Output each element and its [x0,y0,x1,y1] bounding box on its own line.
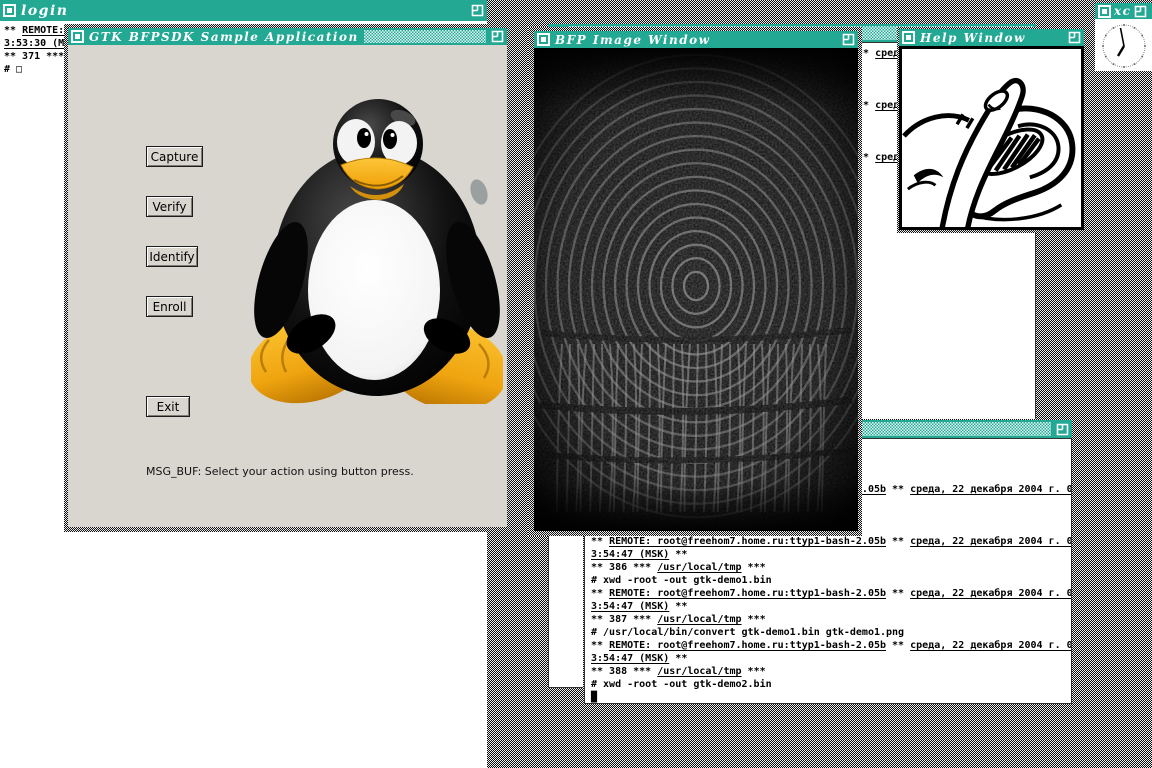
window-title: BFP Image Window [555,33,710,47]
terminal-line: ** 388 *** /usr/local/tmp *** [591,665,1071,678]
bfp-image-window: BFP Image Window [528,27,862,536]
bfp-titlebar[interactable]: BFP Image Window [534,31,858,48]
terminal-line: ** 387 *** /usr/local/tmp *** [591,613,1071,626]
gtk-client-area: Capture Verify Identify Enroll Exit MSG_… [68,45,507,527]
xclock-window: xc [1093,1,1152,74]
login-titlebar[interactable]: login [0,0,487,21]
terminal-line: # xwd -root -out gtk-demo1.bin [591,574,1071,587]
help-titlebar[interactable]: Help Window [899,29,1084,46]
terminal-line: ** REMOTE: root@freehom7.home.ru:ttyp1-b… [591,639,1071,652]
status-message: MSG_BUF: Select your action using button… [146,465,414,478]
window-title: login [21,3,68,19]
iconify-icon[interactable] [902,31,915,44]
help-illustration [899,46,1084,230]
window-title: Help Window [920,31,1026,45]
tux-penguin-image [251,92,503,404]
desktop: { "colors": { "accent_teal": "#23a894", … [0,0,1152,768]
enroll-button[interactable]: Enroll [146,296,193,317]
resize-icon[interactable] [471,4,484,17]
terminal-line: 3:54:47 (MSK) ** [591,652,1071,665]
fingerprint-image [534,48,858,531]
iconify-icon[interactable] [71,30,84,43]
terminal-line: # xwd -root -out gtk-demo2.bin [591,678,1071,691]
terminal-line: # /usr/local/bin/convert gtk-demo1.bin g… [591,626,1071,639]
terminal-line: █ [591,691,1071,704]
iconify-icon[interactable] [3,4,16,17]
resize-icon[interactable] [1134,5,1147,18]
terminal-line: 3:54:47 (MSK) ** [591,600,1071,613]
help-window: Help Window [897,27,1086,233]
terminal-line: ** REMOTE: root@freehom7.home.ru:ttyp1-b… [591,535,1071,548]
iconify-icon[interactable] [537,33,550,46]
terminal-line: ** 386 *** /usr/local/tmp *** [591,561,1071,574]
resize-icon[interactable] [1056,423,1069,436]
exit-button[interactable]: Exit [146,396,190,417]
iconify-icon[interactable] [1098,5,1111,18]
analog-clock [1095,19,1152,71]
gtk-bfpsdk-window: GTK BFPSDK Sample Application Capture Ve… [64,24,511,532]
resize-icon[interactable] [842,33,855,46]
identify-button[interactable]: Identify [146,246,198,267]
focus-hatch [364,30,486,43]
terminal-line: 3:54:47 (MSK) ** [591,548,1071,561]
verify-button[interactable]: Verify [146,196,193,217]
resize-icon[interactable] [491,30,504,43]
window-title: xc [1114,4,1131,18]
xclock-titlebar[interactable]: xc [1095,3,1152,19]
capture-button[interactable]: Capture [146,146,203,167]
resize-icon[interactable] [1068,31,1081,44]
window-title: GTK BFPSDK Sample Application [89,30,359,44]
gtk-titlebar[interactable]: GTK BFPSDK Sample Application [68,28,507,45]
terminal-line: ** REMOTE: root@freehom7.home.ru:ttyp1-b… [591,587,1071,600]
